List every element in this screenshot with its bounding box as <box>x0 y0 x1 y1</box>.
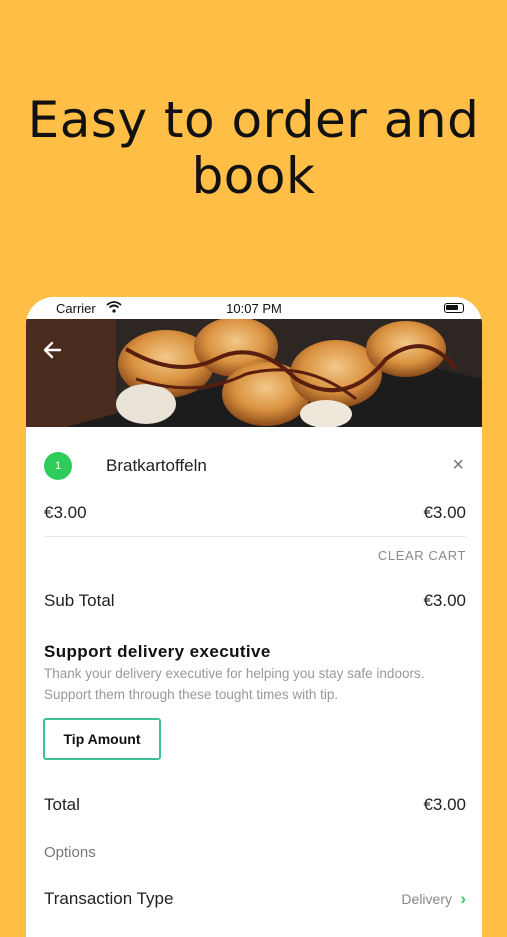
transaction-type-value: Delivery <box>401 891 452 907</box>
item-unit-price: €3.00 <box>44 503 87 522</box>
subtotal-row: Sub Total €3.00 <box>44 591 466 611</box>
sushi-rolls-image <box>26 319 482 427</box>
tip-amount-button[interactable]: Tip Amount <box>43 718 161 760</box>
item-line-total: €3.00 <box>423 503 466 522</box>
options-label: Options <box>44 844 96 861</box>
total-row: Total €3.00 <box>44 795 466 815</box>
headline: Easy to order and book <box>27 91 480 205</box>
support-title: Support delivery executive <box>44 642 271 661</box>
quantity-badge: 1 <box>44 452 72 480</box>
support-description: Thank your delivery executive for helpin… <box>44 666 425 702</box>
chevron-right-icon: › <box>460 889 466 908</box>
total-label: Total <box>44 795 80 814</box>
subtotal-value: €3.00 <box>423 591 466 610</box>
total-value: €3.00 <box>423 795 466 814</box>
item-name: Bratkartoffeln <box>106 456 207 475</box>
battery-icon <box>444 303 464 313</box>
clock: 10:07 PM <box>226 301 282 316</box>
close-icon[interactable]: × <box>452 454 464 477</box>
divider <box>44 536 466 537</box>
hero-image <box>26 319 482 427</box>
phone-mockup: Carrier 10:07 PM 1 Bratkartoffeln × €3.0… <box>26 297 482 937</box>
item-price-row: €3.00 €3.00 <box>44 503 466 523</box>
back-arrow-icon[interactable] <box>40 337 66 363</box>
subtotal-label: Sub Total <box>44 591 115 610</box>
transaction-type-row[interactable]: Transaction Type Delivery › <box>44 889 466 909</box>
cart-item: 1 Bratkartoffeln × <box>44 452 464 482</box>
clear-cart-button[interactable]: CLEAR CART <box>378 548 466 563</box>
transaction-type-label: Transaction Type <box>44 889 174 908</box>
status-bar: Carrier 10:07 PM <box>26 297 482 319</box>
